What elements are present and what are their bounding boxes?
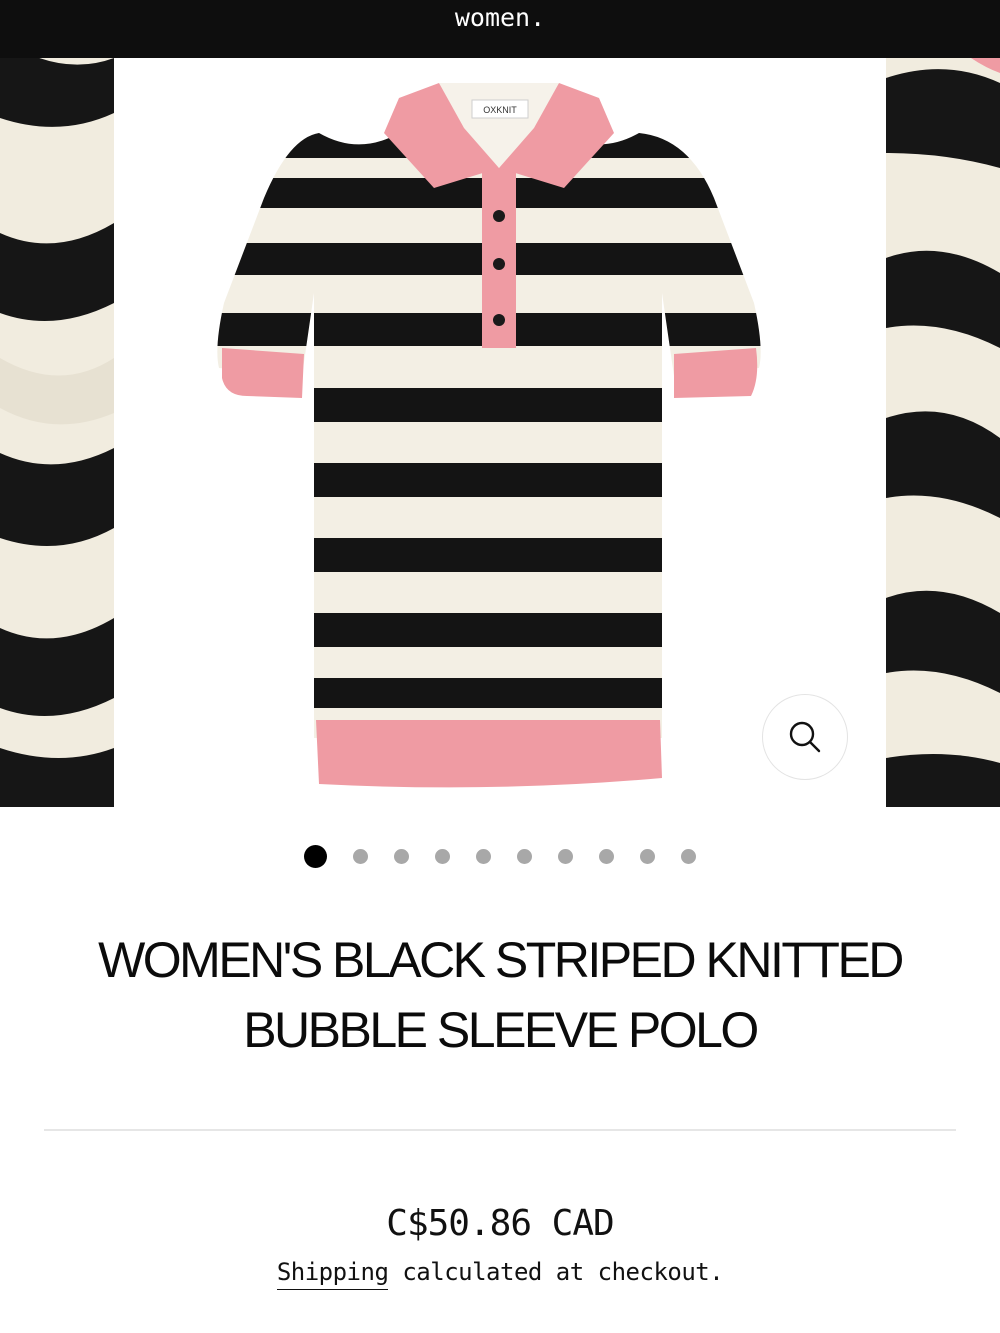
pagination-dot[interactable]: [599, 849, 614, 864]
pagination-dot[interactable]: [394, 849, 409, 864]
zoom-button[interactable]: [762, 694, 848, 780]
pagination-dot[interactable]: [435, 849, 450, 864]
previous-slide-fabric-image[interactable]: [0, 58, 114, 807]
gallery-pagination: [0, 843, 1000, 869]
pagination-dot[interactable]: [681, 849, 696, 864]
shipping-policy-link[interactable]: Shipping: [276, 1258, 389, 1290]
product-title: WOMEN'S BLACK STRIPED KNITTED BUBBLE SLE…: [98, 932, 904, 1058]
brand-logo-text[interactable]: women.: [455, 3, 545, 32]
shipping-note-text: calculated at checkout.: [388, 1258, 724, 1286]
product-price: C$50.86 CAD: [386, 1203, 614, 1244]
pagination-dot[interactable]: [517, 849, 532, 864]
pagination-dot-active[interactable]: [304, 845, 327, 868]
pagination-dot[interactable]: [353, 849, 368, 864]
striped-polo-illustration: OXKNIT: [217, 83, 761, 788]
pagination-dot[interactable]: [640, 849, 655, 864]
next-slide-fabric-image[interactable]: [886, 58, 1000, 807]
top-header-bar: women.: [0, 0, 1000, 58]
shipping-note: Shipping calculated at checkout.: [0, 1254, 1000, 1290]
pagination-dot[interactable]: [476, 849, 491, 864]
product-image-gallery[interactable]: OXKNIT: [0, 58, 1000, 807]
pagination-dot[interactable]: [558, 849, 573, 864]
garment-label-text: OXKNIT: [483, 105, 517, 115]
main-product-image[interactable]: OXKNIT: [114, 58, 886, 807]
section-divider: [44, 1129, 956, 1131]
magnifier-icon: [789, 721, 821, 753]
